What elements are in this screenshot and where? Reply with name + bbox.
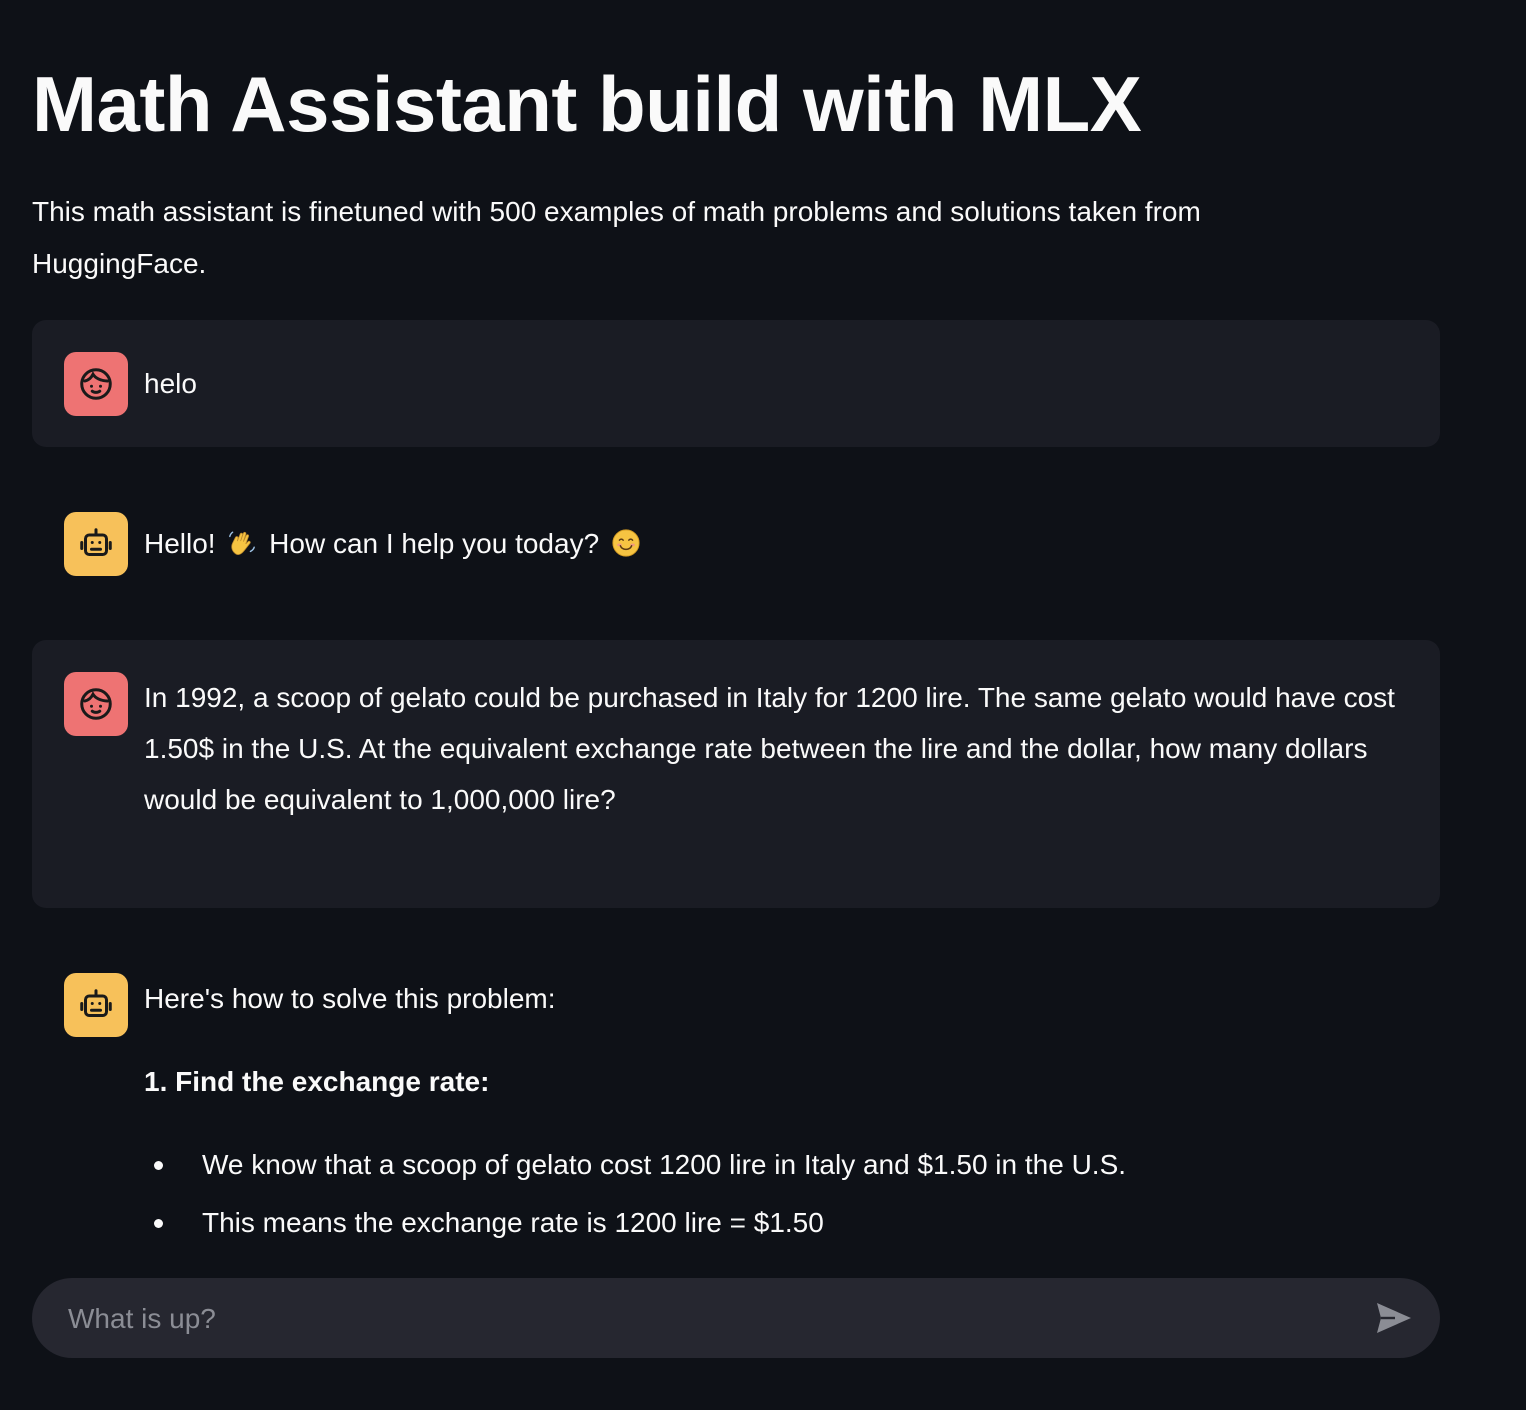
chat-message-assistant: Hello! How can I help you today? <box>32 480 1440 607</box>
message-line: In 1992, a scoop of gelato could be purc… <box>144 682 1395 713</box>
chat-input[interactable] <box>66 1278 1370 1360</box>
message-text: helo <box>144 368 197 399</box>
message-intro: Here's how to solve this problem: <box>144 983 556 1014</box>
page-description: This math assistant is finetuned with 50… <box>32 196 1201 279</box>
bullet-list: We know that a scoop of gelato cost 1200… <box>144 1136 1126 1252</box>
user-avatar <box>64 352 128 416</box>
step-heading: 1. Find the exchange rate: <box>144 1066 490 1097</box>
message-text: In 1992, a scoop of gelato could be purc… <box>144 672 1404 825</box>
message-line: 1.50$ in the U.S. At the equivalent exch… <box>144 733 1368 815</box>
robot-icon <box>80 989 112 1017</box>
chat-input-bar <box>32 1278 1440 1360</box>
chat-message-user: In 1992, a scoop of gelato could be purc… <box>32 640 1440 908</box>
assistant-avatar <box>64 973 128 1037</box>
user-face-icon <box>80 688 112 720</box>
send-button[interactable] <box>1372 1296 1416 1340</box>
page-title: Math Assistant build with MLX <box>32 60 1142 148</box>
message-text-part: Hello! <box>144 528 216 559</box>
list-item: We know that a scoop of gelato cost 1200… <box>144 1136 1126 1194</box>
app-main: Math Assistant build with MLX This math … <box>0 0 1526 1410</box>
message-text: Hello! How can I help you today? <box>144 518 1404 569</box>
user-avatar <box>64 672 128 736</box>
send-icon <box>1377 1303 1411 1333</box>
user-face-icon <box>80 368 112 400</box>
smiling-face-emoji <box>612 529 640 557</box>
waving-hand-emoji <box>229 531 256 555</box>
robot-icon <box>80 528 112 556</box>
list-item: This means the exchange rate is 1200 lir… <box>144 1194 1126 1252</box>
assistant-avatar <box>64 512 128 576</box>
message-text-part: How can I help you today? <box>269 528 600 559</box>
chat-message-user: helo <box>32 320 1440 447</box>
chat-message-assistant: Here's how to solve this problem: 1. Fin… <box>32 941 1440 1261</box>
